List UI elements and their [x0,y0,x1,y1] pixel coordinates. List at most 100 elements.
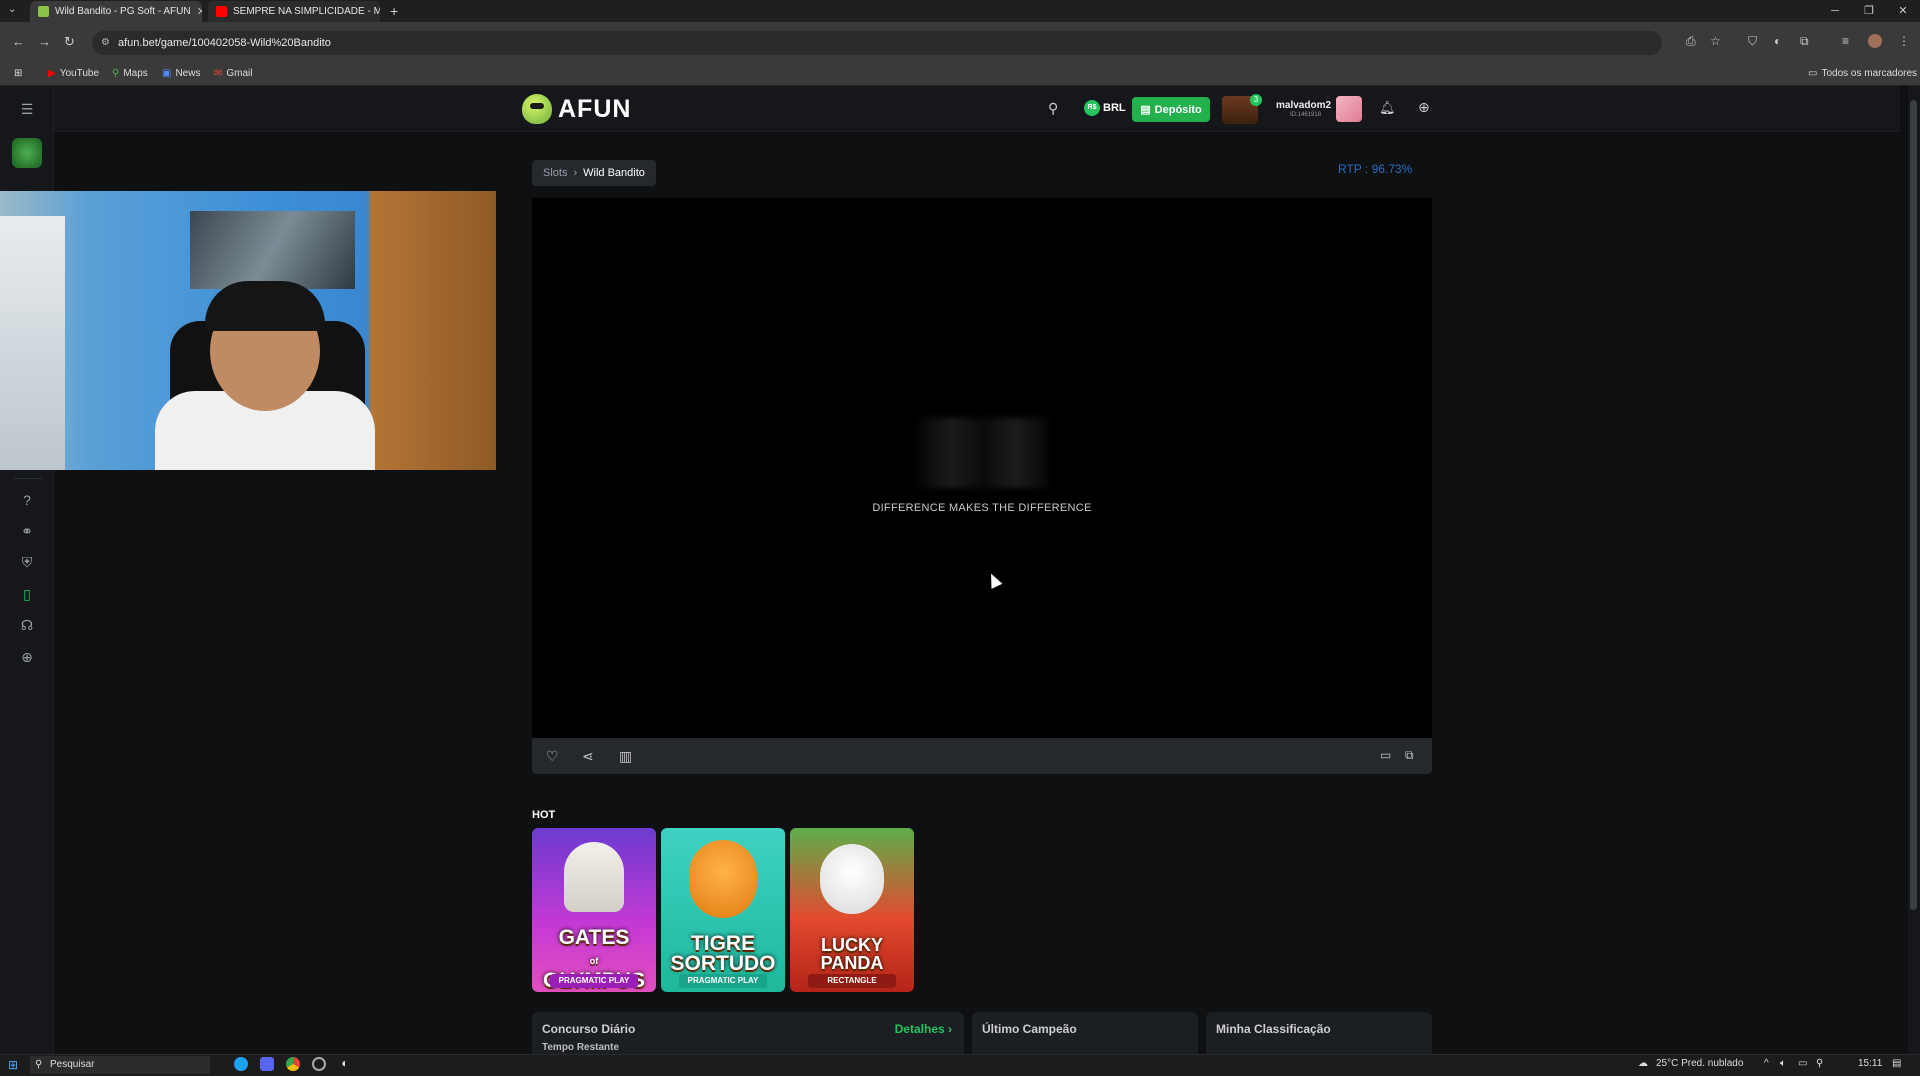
tray-chevron-icon[interactable]: ^ [1764,1058,1769,1069]
chest-badge: 3 [1250,94,1262,106]
bookmark-gmail[interactable]: ✉ Gmail [214,68,253,79]
game-title: TIGRE SORTUDO [670,932,776,975]
menu-toggle-icon[interactable]: ☰ [18,100,36,118]
reload-icon[interactable]: ↻ [64,34,75,50]
game-card-lucky-panda[interactable]: LUCKY PANDA RECTANGLE [790,828,914,992]
minimize-button[interactable]: ─ [1818,0,1852,22]
favorite-heart-icon[interactable]: ♡ [546,748,559,765]
close-window-button[interactable]: ✕ [1886,0,1920,22]
restore-button[interactable]: ❐ [1852,0,1886,22]
time-left-label: Tempo Restante [542,1042,620,1053]
help-icon[interactable]: ? [18,491,36,509]
chrome-icon[interactable] [286,1057,300,1071]
tab-search-icon[interactable]: ⌄ [8,4,16,15]
back-icon[interactable]: ← [12,34,25,49]
gmail-icon: ✉ [214,68,223,79]
clock[interactable]: 15:11 [1858,1058,1882,1069]
bookmarks-bar: ⊞ ▶ YouTube ⚲ Maps ▣ News ✉ Gmail ▭ Todos os … [0,64,1920,86]
folder-icon: ▭ [1808,68,1818,79]
window-controls: ─ ❐ ✕ [1818,0,1920,22]
taskbar-search[interactable]: ⚲ Pesquisar [30,1056,210,1074]
breadcrumb-slots[interactable]: Slots [543,167,567,179]
game-card-gates-of-olympus[interactable]: GATESofOLYMPUS PRAGMATIC PLAY [532,828,656,992]
discord-icon[interactable] [260,1057,274,1071]
language-globe-icon[interactable]: ⊕ [18,648,36,666]
search-icon[interactable]: ⚲ [1048,100,1058,117]
new-tab-button[interactable]: + [390,3,398,19]
volume-icon[interactable]: 🔈︎ [1780,1058,1786,1069]
currency-selector[interactable]: R$ BRL [1084,100,1126,116]
fullscreen-icon[interactable]: ⧉ [1405,748,1414,763]
scrollbar-thumb[interactable] [1910,100,1917,910]
network-icon[interactable]: ▭ [1798,1058,1807,1069]
referral-icon[interactable]: ⚭ [18,522,36,540]
shield-extension-icon[interactable]: ⛉ [1748,34,1757,49]
game-loading-tagline: DIFFERENCE MAKES THE DIFFERENCE [872,502,1092,514]
profile-avatar-icon[interactable] [1868,34,1882,48]
afun-logo[interactable]: AFUN [522,94,631,124]
windows-start-icon[interactable]: ⊞ [8,1058,18,1072]
news-icon: ▣ [162,68,172,79]
username[interactable]: malvadom2 [1276,100,1331,111]
tab-youtube[interactable]: SEMPRE NA SIMPLICIDADE - M ✕ [208,1,380,22]
stats-chart-icon[interactable]: ▥ [619,748,632,765]
weather-text[interactable]: 25°C Pred. nublado [1656,1058,1743,1069]
theater-mode-icon[interactable]: ▭ [1380,748,1391,762]
media-control-icon[interactable]: ≡ [1842,34,1849,48]
apps-grid-icon[interactable]: ⊞ [14,68,22,79]
incognito-icon[interactable]: ◐ [1774,34,1781,48]
zeus-art [564,842,624,912]
logo-text: AFUN [558,94,632,123]
site-header [0,86,1900,132]
support-headset-icon[interactable]: ☊ [18,616,36,634]
deposit-button[interactable]: ▤ Depósito [1132,97,1210,122]
tab-title: SEMPRE NA SIMPLICIDADE - M [233,6,380,17]
user-avatar[interactable] [1336,96,1362,122]
speaker-app-icon[interactable]: ◖ [340,1056,347,1070]
language-globe-icon[interactable]: ⊕ [1418,99,1430,116]
last-champion-panel: Último Campeão [972,1012,1198,1054]
game-toolbar: ♡ ⋖ ▥ ▭ ⧉ [532,738,1432,774]
daily-contest-panel: Concurso Diário Detalhes › Tempo Restant… [532,1012,964,1054]
game-card-tigre-sortudo[interactable]: TIGRE SORTUDO PRAGMATIC PLAY [661,828,785,992]
share-icon[interactable]: ⋖ [582,748,594,765]
sidebar-divider [14,478,42,479]
menu-kebab-icon[interactable]: ⋮ [1898,34,1910,48]
bookmark-news[interactable]: ▣ News [162,68,200,79]
install-app-icon[interactable]: ⎙ [1686,34,1696,49]
url-bar[interactable]: ⚙ afun.bet/game/100402058-Wild%20Bandito [92,31,1662,55]
search-icon: ⚲ [35,1059,43,1070]
forward-icon[interactable]: → [38,34,51,49]
weather-cloud-icon[interactable]: ☁ [1638,1058,1648,1069]
currency-code: BRL [1103,102,1126,114]
site-info-icon[interactable]: ⚙ [101,31,110,55]
bookmark-star-icon[interactable]: ☆ [1710,34,1721,48]
game-provider-logo [918,418,1048,488]
details-link[interactable]: Detalhes › [895,1022,952,1036]
breadcrumb-separator: › [573,167,578,179]
browser-tab-bar: ⌄ Wild Bandito - PG Soft - AFUN ✕ SEMPRE… [0,0,1920,22]
extensions-icon[interactable]: ⧉ [1800,34,1809,49]
afun-favicon-icon [38,6,49,17]
hot-section-title: HOT [532,809,556,821]
game-provider: PRAGMATIC PLAY [550,974,638,988]
promo-game-icon[interactable] [12,138,42,168]
notification-center-icon[interactable]: ▤ [1892,1058,1901,1069]
deposit-label: Depósito [1154,103,1202,116]
security-shield-icon[interactable]: ⛨ [18,553,36,571]
mic-icon[interactable]: ⚲ [1816,1058,1823,1069]
game-title: LUCKY PANDA [820,935,884,973]
rtp-value: RTP : 96.73% [1338,162,1413,176]
all-bookmarks[interactable]: ▭ Todos os marcadores [1808,68,1917,79]
url-text: afun.bet/game/100402058-Wild%20Bandito [118,37,331,49]
notification-bell-icon[interactable]: 🔔︎ [1379,100,1396,116]
tab-wild-bandito[interactable]: Wild Bandito - PG Soft - AFUN ✕ [30,1,202,22]
close-tab-icon[interactable]: ✕ [197,5,202,18]
obs-icon[interactable] [312,1057,326,1071]
bookmark-youtube[interactable]: ▶ YouTube [48,68,99,79]
app-download-icon[interactable]: ▯ [18,585,36,603]
edge-icon[interactable] [234,1057,248,1071]
game-provider: RECTANGLE [808,974,896,988]
bookmark-maps[interactable]: ⚲ Maps [112,68,148,79]
my-ranking-title: Minha Classificação [1216,1022,1331,1036]
